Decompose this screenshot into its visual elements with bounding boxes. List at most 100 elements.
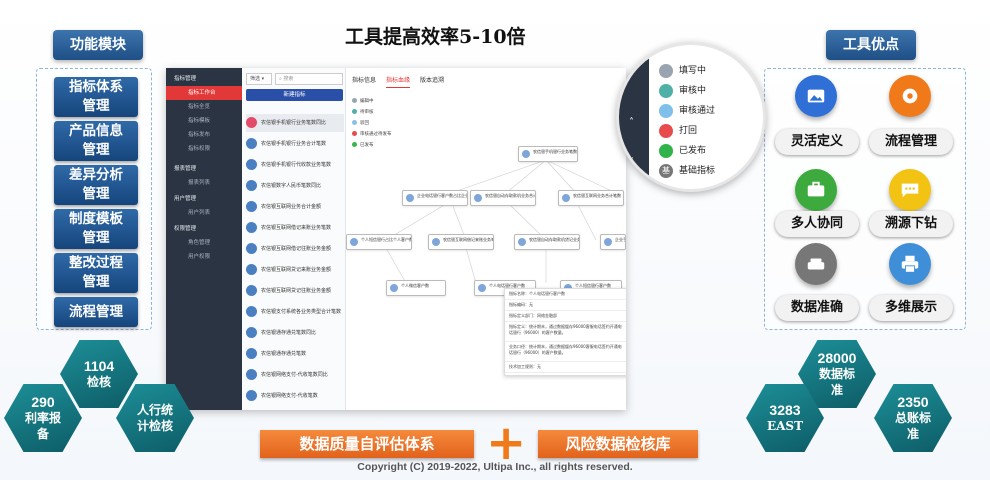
list-item-label: 农信银数字人民币笔数同比 xyxy=(261,183,322,189)
module-button-4[interactable]: 制度模板 管理 xyxy=(54,209,138,249)
module-label-line1: 指标体系 xyxy=(69,79,123,95)
indicator-icon xyxy=(246,138,257,149)
lineage-node[interactable]: 个人短信银行占比个人客户数 xyxy=(346,234,412,250)
module-button-5[interactable]: 整改过程 管理 xyxy=(54,253,138,293)
modules-panel: 指标体系 管理 产品信息 管理 差异分析 管理 制度模板 管理 整改过程 管理流程管理 xyxy=(36,68,152,330)
advantage-label-5: 数据准确 xyxy=(775,295,859,321)
list-item-label: 农信银手机银行代收款业务笔数 xyxy=(261,162,332,168)
magnifier-legend-label: 填写中 xyxy=(679,66,707,76)
list-item-label: 农信银互联网贷记来账业务金额 xyxy=(261,267,332,273)
magnifier-legend-swatch xyxy=(659,143,673,158)
advantage-label-6: 多维展示 xyxy=(869,295,953,321)
tab-1[interactable]: 指标信息 xyxy=(352,75,376,87)
filter-select[interactable]: 筛选 ▾ xyxy=(246,73,272,85)
module-button-6[interactable]: 流程管理 xyxy=(54,297,138,327)
legend-swatch xyxy=(352,131,357,136)
briefcase-icon xyxy=(795,169,837,211)
legend-item: 编辑中 xyxy=(352,98,374,104)
legend-label: 编辑中 xyxy=(360,99,374,104)
advantage-label-2: 流程管理 xyxy=(869,129,953,155)
list-item-label: 农信银网络支付-代收笔数同比 xyxy=(261,372,328,378)
stat-label: 人行统计检核 xyxy=(136,403,173,433)
module-label-line1: 产品信息 xyxy=(69,123,123,139)
list-item[interactable]: 农信银互联网借记来账业务笔数 xyxy=(246,219,344,237)
list-item[interactable]: 农信银数字人民币笔数同比 xyxy=(246,177,344,195)
list-item[interactable]: 农信银互联网贷记往账业务金额 xyxy=(246,282,344,300)
list-item[interactable]: 农信银手机银行业务合计笔数 xyxy=(246,135,344,153)
sidebar-item-2[interactable]: 指标工作台 xyxy=(166,86,242,100)
sidebar-item-7[interactable]: 报表管理 xyxy=(166,162,242,176)
module-button-1[interactable]: 指标体系 管理 xyxy=(54,77,138,117)
node-info-panel: 指标名称：个人电话银行客户数 指标编码：无 指标定义部门：网络金融部 指标定义：统计期… xyxy=(504,288,626,376)
info-row: 指标名称：个人电话银行客户数 xyxy=(505,289,626,300)
indicator-icon xyxy=(246,201,257,212)
indicator-icon xyxy=(246,348,257,359)
list-item[interactable]: 农信银支付系统各业务类型合计笔数 xyxy=(246,303,344,321)
advantage-label-1: 灵活定义 xyxy=(775,129,859,155)
stat-label: 检核 xyxy=(86,375,111,389)
list-item-label: 农信银网络支付-代收笔数 xyxy=(261,393,318,399)
sidebar-item-5[interactable]: 指标发布 xyxy=(166,128,242,142)
list-item[interactable]: 农信银互联网业务合计金额 xyxy=(246,198,344,216)
module-button-2[interactable]: 产品信息 管理 xyxy=(54,121,138,161)
sidebar-item-9[interactable]: 用户管理 xyxy=(166,192,242,206)
search-input[interactable]: ⌕ 搜索 xyxy=(275,73,343,85)
sidebar-item-3[interactable]: 指标全览 xyxy=(166,100,242,114)
stat-number: 290 xyxy=(31,394,55,410)
lineage-node[interactable]: 农信银互联网借记来账业务笔数 xyxy=(428,234,494,250)
magnifier-legend-item: 审核中 xyxy=(659,83,706,98)
advantage-label-3: 多人协同 xyxy=(775,211,859,237)
app-sidebar: 指标管理 指标工作台 指标全览 指标模板 指标发布 指标权限报表管理 报表列表用户管理 用户列… xyxy=(166,68,242,410)
new-indicator-button[interactable]: 新建指标 xyxy=(246,89,343,101)
lineage-node[interactable]: 个人微信客户数 xyxy=(386,280,446,296)
search-icon: ⌕ xyxy=(279,76,282,82)
list-item-label: 农信银手机银行业务笔数同比 xyxy=(261,120,327,126)
sidebar-item-4[interactable]: 指标模板 xyxy=(166,114,242,128)
legend-label: 待审核 xyxy=(360,110,374,115)
stat-label: 利率报备 xyxy=(24,411,61,441)
lineage-node[interactable]: 农信银手机银行业务笔数同比 xyxy=(518,146,578,162)
legend-swatch xyxy=(352,142,357,147)
lineage-canvas[interactable]: 指标信息 指标血缘 版本追溯 编辑中 待审核 驳回 审核通过待发布 已发布 农信银手机银行业… xyxy=(346,68,626,410)
sidebar-item-8[interactable]: 报表列表 xyxy=(166,176,242,190)
list-item[interactable]: 农信银互联网借记往账业务金额 xyxy=(246,240,344,258)
sidebar-item-12[interactable]: 角色管理 xyxy=(166,236,242,250)
module-label-line1: 制度模板 xyxy=(69,211,123,227)
quality-banner: 数据质量自评估体系 xyxy=(260,430,474,458)
list-item[interactable]: 农信银通存通兑笔数 xyxy=(246,345,344,363)
info-row: 业务口径：统计期末，通过数据缓存96000客服电话签约开通电话银行（96000）… xyxy=(505,342,626,362)
tab-3[interactable]: 版本追溯 xyxy=(420,75,444,87)
sidebar-item-1[interactable]: 指标管理 xyxy=(166,72,242,86)
stat-number: 1104 xyxy=(83,358,115,374)
lineage-node[interactable]: 企业手机银行贷款客户数 xyxy=(600,234,626,250)
list-item[interactable]: 农信银互联网贷记来账业务金额 xyxy=(246,261,344,279)
lineage-node[interactable]: 农信银自动存取款机业务合计笔数 xyxy=(470,190,536,206)
lineage-node[interactable]: 农信银自动存取款机贷记业务笔数 xyxy=(514,234,580,250)
modules-tag: 功能模块 xyxy=(53,30,143,60)
info-row: 技术加工规则：无 xyxy=(505,362,626,373)
list-item[interactable]: 农信银网络支付-代收笔数同比 xyxy=(246,366,344,384)
legend-label: 已发布 xyxy=(360,143,374,148)
list-item[interactable]: 农信银网络支付-代收笔数 xyxy=(246,387,344,405)
indicator-icon xyxy=(246,306,257,317)
legend-item: 驳回 xyxy=(352,120,369,126)
legend-item: 待审核 xyxy=(352,109,374,115)
indicator-icon xyxy=(246,159,257,170)
list-item[interactable]: 农信银手机银行业务笔数同比 xyxy=(246,114,344,132)
magnifier-legend-swatch: 基 xyxy=(659,163,673,178)
module-button-3[interactable]: 差异分析 管理 xyxy=(54,165,138,205)
magnifier-legend-swatch xyxy=(659,123,673,138)
sidebar-item-10[interactable]: 用户列表 xyxy=(166,206,242,220)
list-item[interactable]: 农信银手机银行代收款业务笔数 xyxy=(246,156,344,174)
sidebar-item-13[interactable]: 用户权限 xyxy=(166,250,242,264)
sidebar-item-6[interactable]: 指标权限 xyxy=(166,142,242,156)
lineage-node[interactable]: 农信银互联网业务合计笔数 xyxy=(558,190,624,206)
chat-icon xyxy=(889,169,931,211)
stat-number: 3283 xyxy=(769,402,801,418)
lineage-node[interactable]: 企业电话银行客户数占比企业客户数 xyxy=(402,190,468,206)
list-item[interactable]: 农信银通存通兑笔数同比 xyxy=(246,324,344,342)
indicator-icon xyxy=(246,243,257,254)
indicator-icon xyxy=(246,222,257,233)
tab-2[interactable]: 指标血缘 xyxy=(386,75,411,88)
sidebar-item-11[interactable]: 权限管理 xyxy=(166,222,242,236)
